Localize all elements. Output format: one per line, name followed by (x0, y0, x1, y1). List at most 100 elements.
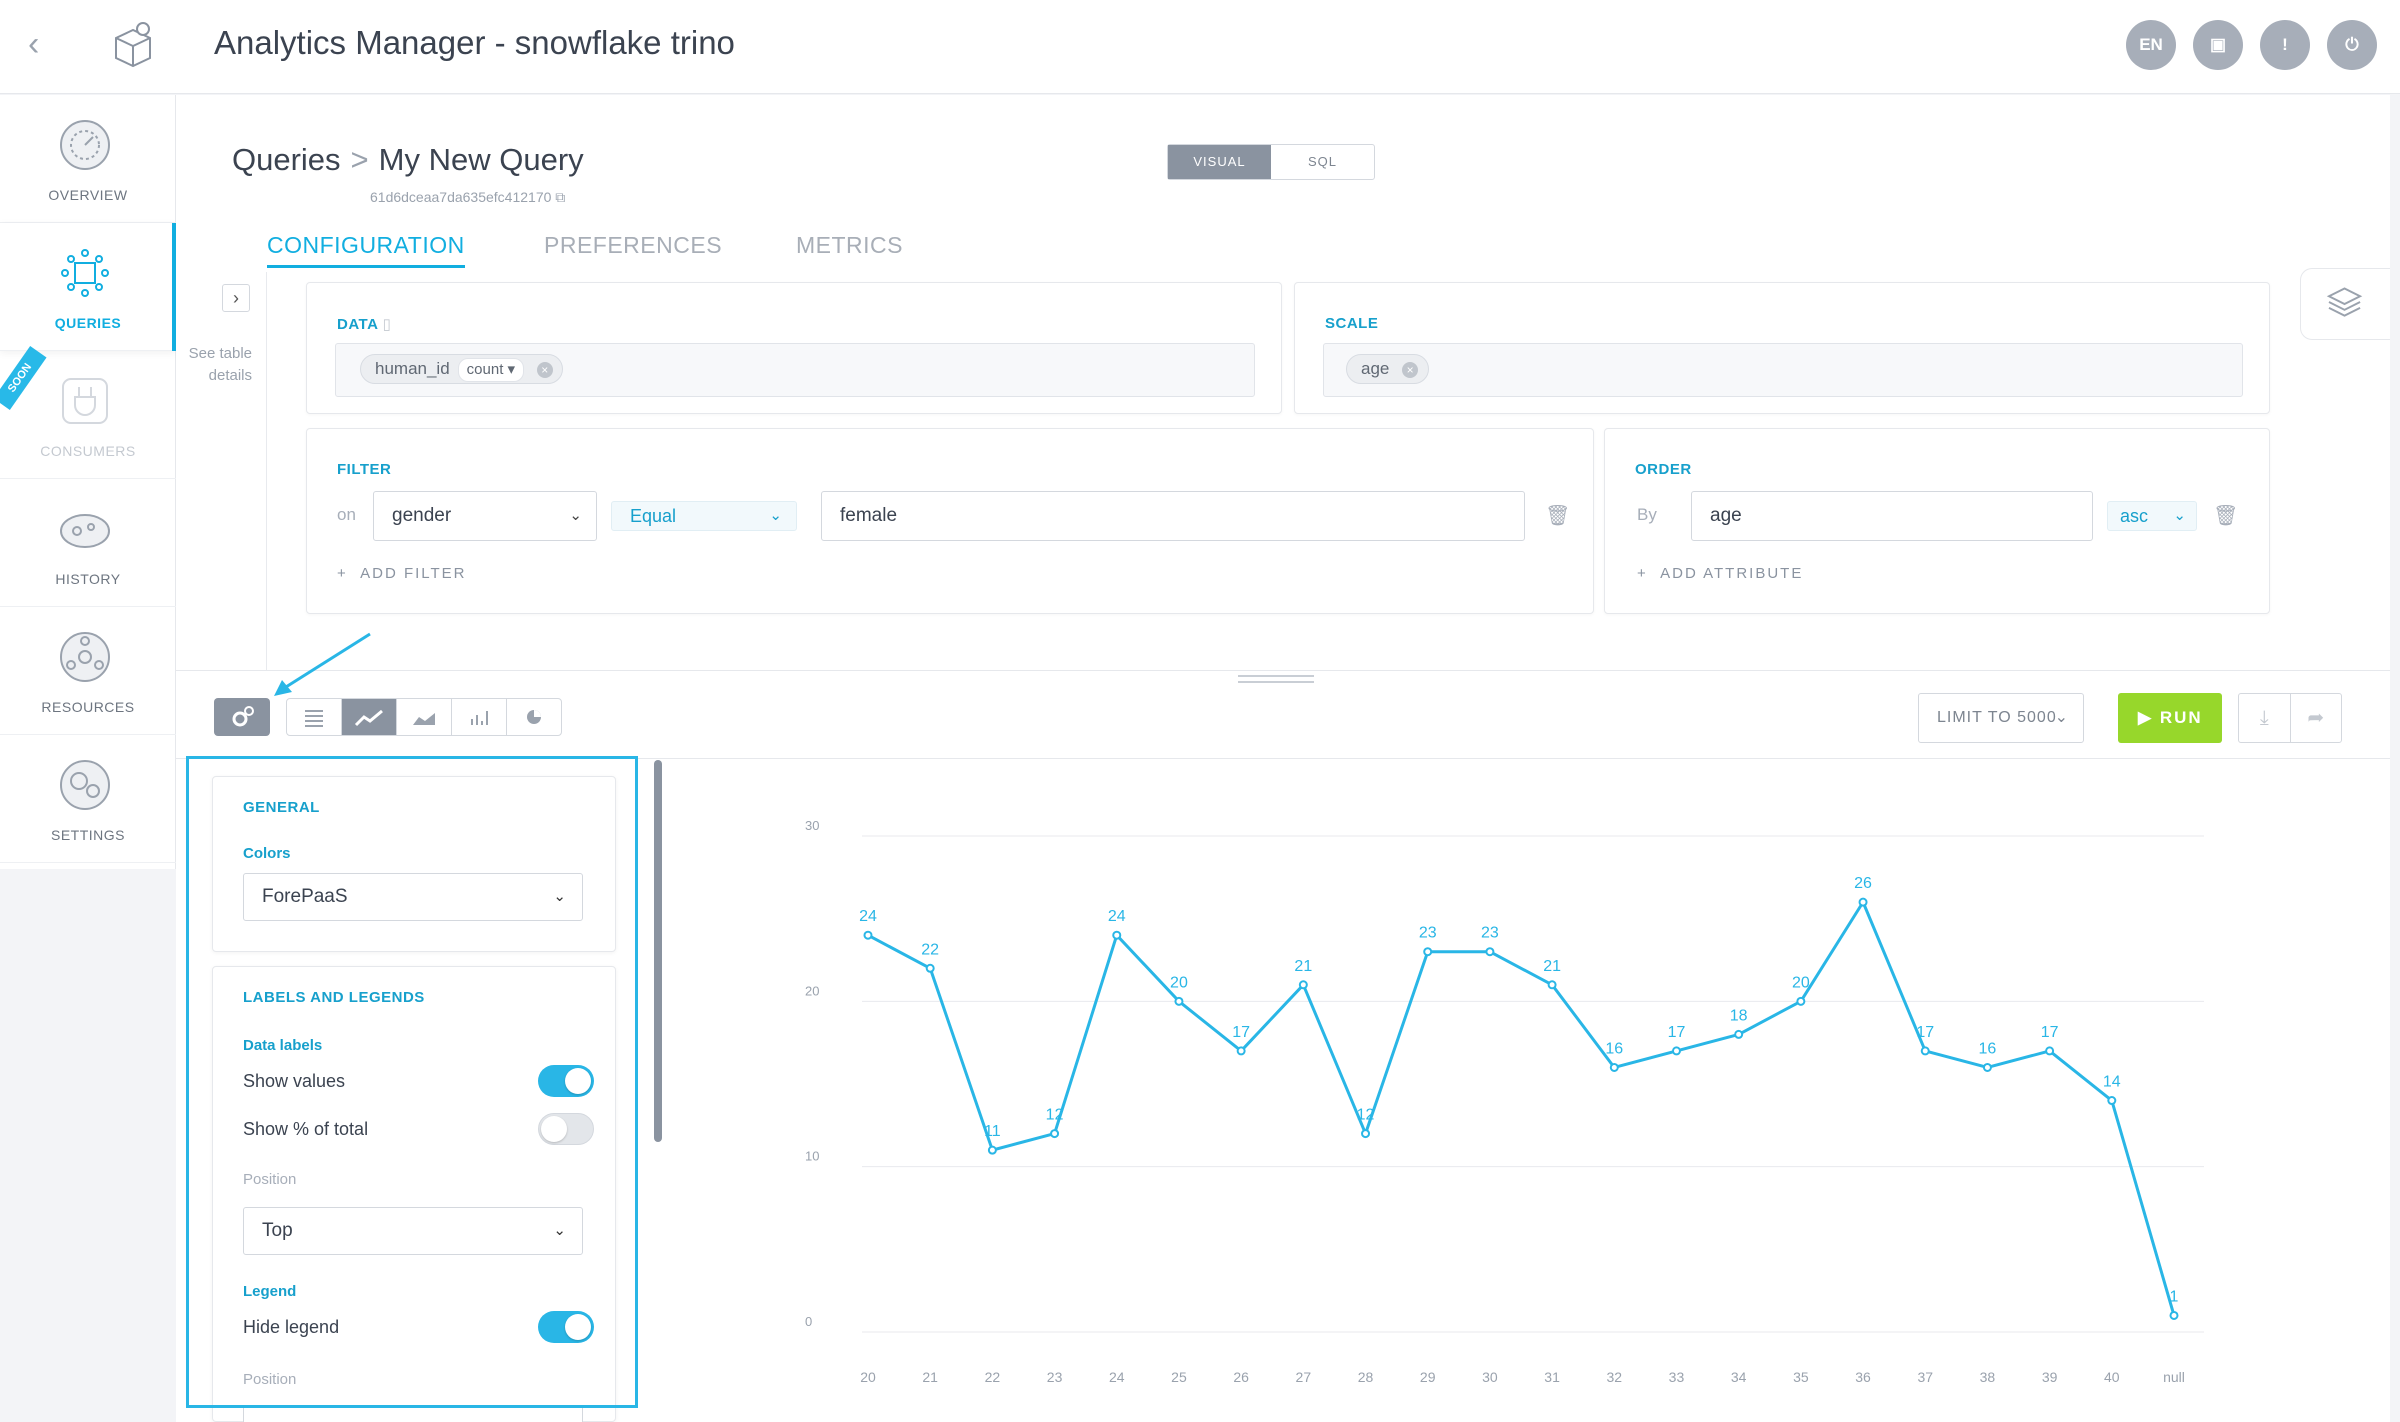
tab-metrics[interactable]: METRICS (796, 232, 903, 259)
data-label: 23 (1481, 925, 1499, 942)
highlight-annotation (186, 756, 638, 1408)
x-tick-label: 22 (985, 1369, 1001, 1385)
clipboard-icon: ▯ (382, 316, 392, 333)
overview-dial-icon (60, 120, 110, 170)
chart-settings-gear-icon[interactable] (214, 698, 270, 736)
sidebar-item-resources[interactable]: RESOURCES (0, 607, 176, 735)
data-point (1982, 1062, 1992, 1072)
area-chart-icon[interactable] (397, 699, 452, 735)
data-point (2045, 1046, 2055, 1056)
x-tick-label: 38 (1980, 1369, 1996, 1385)
power-icon[interactable]: ⏻ (2327, 20, 2377, 70)
trash-icon[interactable]: 🗑 (1545, 503, 1570, 529)
pie-chart-icon[interactable] (507, 699, 561, 735)
share-icon[interactable]: ➦ (2291, 694, 2342, 742)
breadcrumb-queries-link[interactable]: Queries (232, 142, 341, 177)
data-label: 24 (859, 908, 877, 925)
data-drop-zone[interactable]: human_id count ▾ × (335, 343, 1255, 397)
play-icon: ▶ (2138, 708, 2154, 727)
x-tick-label: 31 (1544, 1369, 1560, 1385)
table-details-toggle[interactable]: › (222, 284, 250, 312)
table-details-label[interactable]: See table details (178, 343, 252, 387)
limit-select[interactable]: LIMIT TO 5000 ⌄ (1918, 693, 2084, 743)
add-attribute-button[interactable]: + ADD ATTRIBUTE (1637, 565, 1803, 582)
sidebar-item-label: CONSUMERS (40, 443, 136, 459)
filter-attribute-select[interactable]: gender ⌄ (373, 491, 597, 541)
table-view-icon[interactable] (287, 699, 342, 735)
x-tick-label: 37 (1917, 1369, 1933, 1385)
data-label: 20 (1170, 974, 1188, 991)
remove-chip-icon[interactable]: × (1402, 361, 1419, 378)
data-point (1734, 1029, 1744, 1039)
scale-drop-zone[interactable]: age × (1323, 343, 2243, 397)
x-tick-label: 23 (1047, 1369, 1063, 1385)
breadcrumb: Queries > My New Query (232, 142, 584, 178)
x-tick-label: 28 (1358, 1369, 1374, 1385)
x-tick-label: 21 (922, 1369, 938, 1385)
y-tick-label: 0 (805, 1314, 812, 1329)
order-title: ORDER (1635, 461, 1692, 478)
sql-mode-button[interactable]: SQL (1271, 145, 1374, 179)
filter-title: FILTER (337, 461, 392, 478)
x-tick-label: 25 (1171, 1369, 1187, 1385)
order-attribute-input[interactable]: age (1691, 491, 2093, 541)
data-point (1112, 930, 1122, 940)
tab-configuration[interactable]: CONFIGURATION (267, 232, 465, 268)
data-label: 23 (1419, 925, 1437, 942)
settings-scrollbar[interactable] (654, 760, 662, 1142)
order-direction-select[interactable]: asc ⌄ (2107, 501, 2197, 531)
data-chip[interactable]: human_id count ▾ × (360, 354, 564, 384)
sidebar-item-settings[interactable]: SETTINGS (0, 735, 176, 863)
feedback-icon[interactable]: ! (2260, 20, 2310, 70)
filter-card: FILTER on gender ⌄ Equal ⌄ female 🗑 + ADD … (306, 428, 1594, 614)
data-point (2169, 1310, 2179, 1320)
data-label: 17 (1916, 1024, 1934, 1041)
download-icon[interactable]: ⤓ (2239, 694, 2291, 742)
layers-icon[interactable] (2300, 268, 2390, 340)
data-label: 21 (1294, 958, 1312, 975)
filter-operator-select[interactable]: Equal ⌄ (611, 501, 797, 531)
data-point (1050, 1129, 1060, 1139)
resize-handle[interactable] (1238, 675, 1314, 683)
line-chart-icon[interactable] (342, 699, 397, 735)
aggregation-value: count (466, 361, 504, 378)
line-chart: 0 10 20 30 20 21 22 23 24 25 26 27 28 29 30 31 32 33 34 35 3… (805, 818, 2204, 1385)
divider (266, 272, 267, 670)
data-point (1920, 1046, 1930, 1056)
calendar-icon[interactable]: ▣ (2193, 20, 2243, 70)
bar-chart-icon[interactable] (452, 699, 507, 735)
aggregation-select[interactable]: count ▾ (457, 358, 525, 382)
data-point (1423, 947, 1433, 957)
remove-chip-icon[interactable]: × (536, 361, 553, 378)
x-tick-label: 40 (2104, 1369, 2120, 1385)
sidebar-item-overview[interactable]: OVERVIEW (0, 95, 176, 223)
data-label: 11 (984, 1123, 1001, 1140)
x-tick-label: 36 (1855, 1369, 1871, 1385)
scale-card: SCALE age × (1294, 282, 2270, 414)
x-tick-label: 32 (1606, 1369, 1622, 1385)
x-tick-label: 39 (2042, 1369, 2058, 1385)
queries-grid-icon (61, 249, 109, 297)
sidebar-item-label: HISTORY (55, 571, 121, 587)
breadcrumb-separator-icon: > (350, 142, 369, 177)
run-button[interactable]: ▶ RUN (2118, 693, 2222, 743)
language-button[interactable]: EN (2126, 20, 2176, 70)
series-line (867, 900, 2176, 1316)
filter-attribute-value: gender (392, 505, 452, 526)
add-filter-button[interactable]: + ADD FILTER (337, 565, 467, 582)
filter-value-input[interactable]: female (821, 491, 1525, 541)
chevron-down-icon: ⌄ (769, 507, 782, 524)
visual-mode-button[interactable]: VISUAL (1168, 145, 1271, 179)
x-tick-label: 27 (1296, 1369, 1312, 1385)
tab-preferences[interactable]: PREFERENCES (544, 232, 722, 259)
sidebar-item-queries[interactable]: QUERIES (0, 223, 176, 351)
scale-chip[interactable]: age × (1346, 354, 1429, 384)
back-chevron-icon[interactable]: ‹ (28, 26, 64, 62)
chevron-down-icon: ⌄ (2054, 709, 2069, 726)
copy-icon[interactable]: ⧉ (555, 189, 565, 205)
data-label: 1 (2170, 1288, 2179, 1305)
data-label: 12 (1357, 1107, 1375, 1124)
sidebar-item-history[interactable]: HISTORY (0, 479, 176, 607)
trash-icon[interactable]: 🗑 (2213, 503, 2238, 529)
filter-operator-value: Equal (630, 506, 677, 526)
